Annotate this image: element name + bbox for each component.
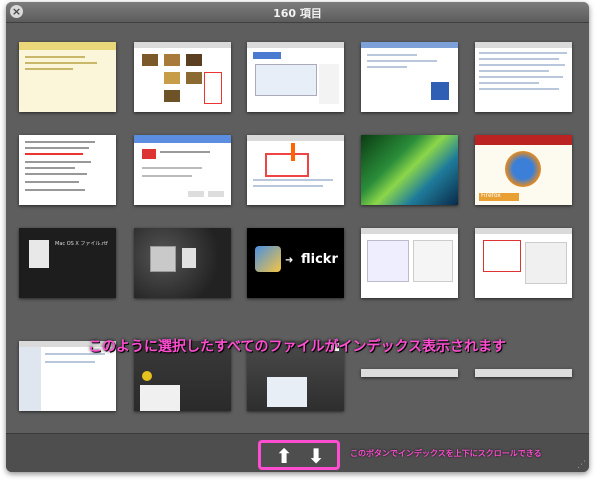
thumb-web-annotated[interactable] [247, 135, 344, 205]
arrow-down-icon: ⬇ [307, 444, 325, 468]
scroll-up-button[interactable]: ⬆ [273, 445, 295, 467]
dark-file-label: Mac OS X ファイル.rtf [55, 241, 108, 247]
flickr-logo-label: flickr [301, 252, 338, 267]
index-grid: Firefox Mac OS X ファイル.rtf ➜ flickr このように… [6, 23, 589, 433]
arrow-up-icon: ⬆ [275, 444, 293, 468]
thumb-preferences-window[interactable] [361, 228, 458, 298]
thumb-gmail-dialog[interactable] [134, 135, 231, 205]
thumb-vista-wallpaper[interactable] [361, 135, 458, 205]
firefox-label: Firefox [481, 192, 501, 199]
title-bar: × 160 項目 [6, 2, 589, 23]
scroll-buttons-highlight: ⬆ ⬇ [258, 440, 340, 470]
window-title: 160 項目 [273, 7, 322, 20]
scroll-down-button[interactable]: ⬇ [305, 445, 327, 467]
annotation-main-caption: このように選択したすべてのファイルがインデックス表示されます [88, 339, 507, 355]
thumb-small-strip-2[interactable] [475, 369, 572, 377]
thumb-dark-text-file[interactable]: Mac OS X ファイル.rtf [19, 228, 116, 298]
thumb-dark-desktop[interactable] [134, 228, 231, 298]
annotation-arrows-caption: このボタンでインデックスを上下にスクロールできる [350, 449, 542, 458]
thumb-note-document[interactable] [19, 42, 116, 112]
thumb-photo-gallery[interactable] [134, 42, 231, 112]
quicklook-window: × 160 項目 Firefox Mac OS X ファイル.rtf ➜ fli… [6, 2, 589, 472]
thumb-context-menu[interactable] [19, 135, 116, 205]
thumb-web-page-dense[interactable] [475, 42, 572, 112]
thumb-google-web-page[interactable] [361, 42, 458, 112]
thumb-preferences-annotated[interactable] [475, 228, 572, 298]
resize-grip-icon[interactable]: ⋰ [577, 460, 587, 470]
thumb-firefox-mozilla[interactable]: Firefox [475, 135, 572, 205]
thumb-google-search[interactable] [247, 42, 344, 112]
thumb-small-strip[interactable] [361, 369, 458, 377]
thumb-iphoto-flickr[interactable]: ➜ flickr [247, 228, 344, 298]
